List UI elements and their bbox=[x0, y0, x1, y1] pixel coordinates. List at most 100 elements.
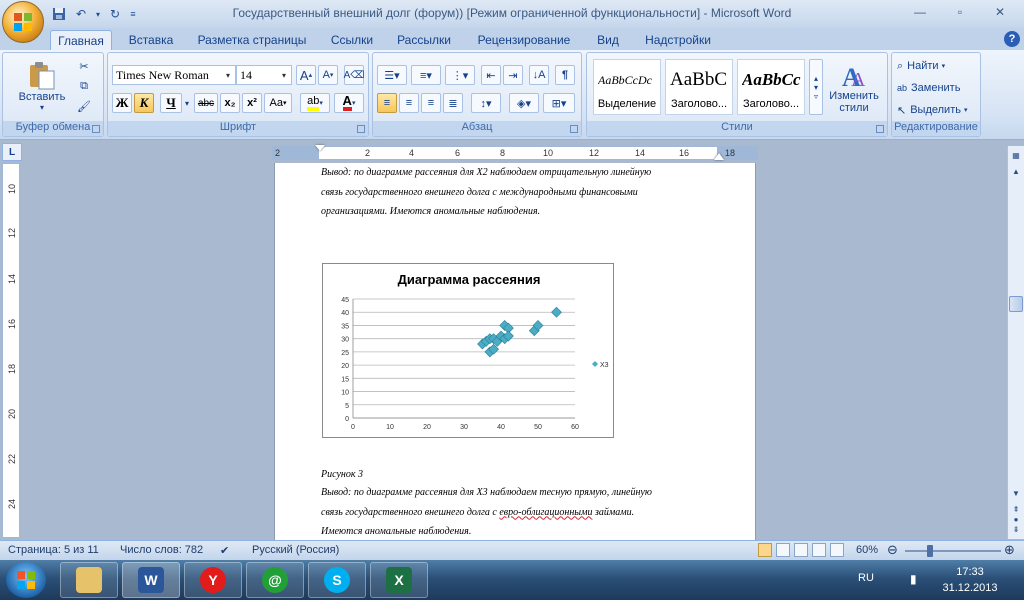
cut-icon[interactable]: ✂ bbox=[75, 57, 93, 75]
start-button[interactable] bbox=[6, 562, 46, 598]
network-icon[interactable]: ▮ bbox=[910, 572, 917, 586]
scroll-down-icon[interactable]: ▼ bbox=[1009, 486, 1023, 500]
justify-icon[interactable]: ≣ bbox=[443, 93, 463, 113]
style-tile-emphasis[interactable]: AaBbCcDc Выделение bbox=[593, 59, 661, 115]
align-right-icon[interactable]: ≡ bbox=[421, 93, 441, 113]
line-spacing-icon[interactable]: ↕▾ bbox=[471, 93, 501, 113]
vertical-ruler[interactable]: 10 12 14 16 18 20 22 24 bbox=[2, 163, 20, 538]
folder-icon bbox=[76, 567, 102, 593]
outline-view-icon[interactable] bbox=[812, 543, 826, 557]
multilevel-list-icon[interactable]: ⋮▾ bbox=[445, 65, 475, 85]
styles-scroll[interactable]: ▴ ▾ ▿ bbox=[809, 59, 823, 115]
superscript-button[interactable]: x² bbox=[242, 93, 262, 113]
grow-font-button[interactable]: A ▴ bbox=[296, 65, 316, 85]
taskbar-word[interactable]: W bbox=[122, 562, 180, 598]
paste-button[interactable]: Вставить ▾ bbox=[9, 57, 75, 113]
draft-view-icon[interactable] bbox=[830, 543, 844, 557]
align-center-icon[interactable]: ≡ bbox=[399, 93, 419, 113]
close-button[interactable]: ✕ bbox=[982, 2, 1018, 22]
increase-indent-icon[interactable]: ⇥ bbox=[503, 65, 523, 85]
language-indicator[interactable]: Русский (Россия) bbox=[252, 544, 339, 556]
conclusion-paragraph-1[interactable]: Вывод: по диаграмме рассеяния для X2 наб… bbox=[321, 163, 741, 222]
font-name-combo[interactable]: Times New Roman ▾ bbox=[112, 65, 236, 85]
spelling-error[interactable]: евро-облигационными bbox=[499, 507, 592, 518]
taskbar-yandex-browser[interactable]: Y bbox=[184, 562, 242, 598]
zoom-level[interactable]: 60% bbox=[856, 544, 878, 556]
paragraph-launcher-icon[interactable] bbox=[570, 125, 578, 133]
underline-dropdown-icon[interactable]: ▾ bbox=[182, 93, 192, 113]
zoom-out-icon[interactable]: ⊖ bbox=[887, 542, 898, 558]
taskbar-explorer[interactable] bbox=[60, 562, 118, 598]
next-page-icon[interactable]: ⇟ bbox=[1009, 522, 1023, 536]
word-count[interactable]: Число слов: 782 bbox=[120, 544, 203, 556]
tab-view[interactable]: Вид bbox=[588, 30, 628, 50]
change-styles-button[interactable]: A A Изменить стили bbox=[825, 59, 883, 117]
office-button[interactable] bbox=[2, 1, 44, 43]
taskbar-skype[interactable]: S bbox=[308, 562, 366, 598]
view-ruler-icon[interactable]: ▦ bbox=[1009, 148, 1023, 162]
change-case-button[interactable]: Aa ▾ bbox=[264, 93, 292, 113]
show-marks-icon[interactable]: ¶ bbox=[555, 65, 575, 85]
shrink-font-button[interactable]: A ▾ bbox=[318, 65, 338, 85]
maximize-button[interactable]: ▫ bbox=[942, 2, 978, 22]
spelling-check-icon[interactable]: ✔︎ bbox=[220, 544, 229, 557]
font-size-combo[interactable]: 14 ▾ bbox=[236, 65, 292, 85]
strikethrough-button[interactable]: abc bbox=[194, 93, 218, 113]
first-line-indent-marker[interactable] bbox=[315, 145, 325, 151]
style-tile-heading2[interactable]: AaBbCc Заголово... bbox=[737, 59, 805, 115]
page-count[interactable]: Страница: 5 из 11 bbox=[8, 544, 99, 556]
web-layout-icon[interactable] bbox=[794, 543, 808, 557]
keyboard-language[interactable]: RU bbox=[858, 572, 874, 584]
scroll-thumb[interactable] bbox=[1009, 296, 1023, 312]
shading-icon[interactable]: ◈▾ bbox=[509, 93, 539, 113]
vertical-scrollbar[interactable]: ▦ ▲ ▼ ⇞ ● ⇟ bbox=[1007, 146, 1024, 539]
tab-addins[interactable]: Надстройки bbox=[636, 30, 720, 50]
styles-launcher-icon[interactable] bbox=[876, 125, 884, 133]
clear-formatting-icon[interactable]: A⌫ bbox=[344, 65, 364, 85]
font-color-button[interactable]: A ▾ bbox=[334, 93, 364, 113]
tab-mailings[interactable]: Рассылки bbox=[390, 30, 458, 50]
clipboard-launcher-icon[interactable] bbox=[92, 125, 100, 133]
right-indent-marker[interactable] bbox=[714, 153, 724, 160]
italic-button[interactable]: К bbox=[134, 93, 154, 113]
style-tile-heading1[interactable]: AaBbC Заголово... bbox=[665, 59, 733, 115]
bullets-icon[interactable]: ☰▾ bbox=[377, 65, 407, 85]
font-launcher-icon[interactable] bbox=[357, 125, 365, 133]
decrease-indent-icon[interactable]: ⇤ bbox=[481, 65, 501, 85]
tab-insert[interactable]: Вставка bbox=[118, 30, 184, 50]
zoom-slider-thumb[interactable] bbox=[927, 545, 933, 557]
taskbar-excel[interactable]: X bbox=[370, 562, 428, 598]
tab-page-layout[interactable]: Разметка страницы bbox=[190, 30, 314, 50]
underline-button[interactable]: Ч bbox=[160, 93, 182, 113]
horizontal-ruler[interactable]: 2 2 4 6 8 10 12 14 16 18 bbox=[272, 145, 758, 160]
numbering-icon[interactable]: ≡▾ bbox=[411, 65, 441, 85]
bold-button[interactable]: Ж bbox=[112, 93, 132, 113]
format-painter-icon[interactable]: 🖌 bbox=[75, 97, 93, 115]
copy-icon[interactable]: ⧉ bbox=[75, 77, 93, 95]
clock[interactable]: 17:33 31.12.2013 bbox=[940, 564, 1000, 596]
subscript-button[interactable]: x₂ bbox=[220, 93, 240, 113]
tab-review[interactable]: Рецензирование bbox=[468, 30, 580, 50]
sort-icon[interactable]: ↓A bbox=[529, 65, 549, 85]
document-page[interactable]: Вывод: по диаграмме рассеяния для X2 наб… bbox=[274, 163, 756, 540]
borders-icon[interactable]: ⊞▾ bbox=[543, 93, 575, 113]
zoom-in-icon[interactable]: ⊕ bbox=[1004, 542, 1015, 558]
minimize-button[interactable]: — bbox=[902, 2, 938, 22]
tab-references[interactable]: Ссылки bbox=[322, 30, 382, 50]
find-label: Найти bbox=[907, 60, 939, 72]
taskbar-mail-agent[interactable]: @ bbox=[246, 562, 304, 598]
zoom-slider[interactable] bbox=[905, 550, 1001, 552]
select-button[interactable]: ↖ Выделить ▾ bbox=[896, 101, 976, 119]
highlight-color-button[interactable]: ab ▾ bbox=[300, 93, 330, 113]
tab-selector[interactable]: L bbox=[2, 143, 22, 161]
find-button[interactable]: ⌕ Найти ▾ bbox=[896, 57, 976, 75]
scroll-up-icon[interactable]: ▲ bbox=[1009, 164, 1023, 178]
replace-button[interactable]: ab Заменить bbox=[896, 79, 976, 97]
scatter-chart[interactable]: Диаграмма рассеяния 0 5 10 15 20 25 30 35 40 45 0 1… bbox=[322, 263, 614, 438]
align-left-icon[interactable]: ≡ bbox=[377, 93, 397, 113]
help-icon[interactable]: ? bbox=[1004, 31, 1020, 47]
conclusion-paragraph-2[interactable]: Вывод: по диаграмме рассеяния для X3 наб… bbox=[321, 483, 741, 540]
full-screen-reading-icon[interactable] bbox=[776, 543, 790, 557]
print-layout-view-icon[interactable] bbox=[758, 543, 772, 557]
tab-home[interactable]: Главная bbox=[50, 30, 112, 50]
